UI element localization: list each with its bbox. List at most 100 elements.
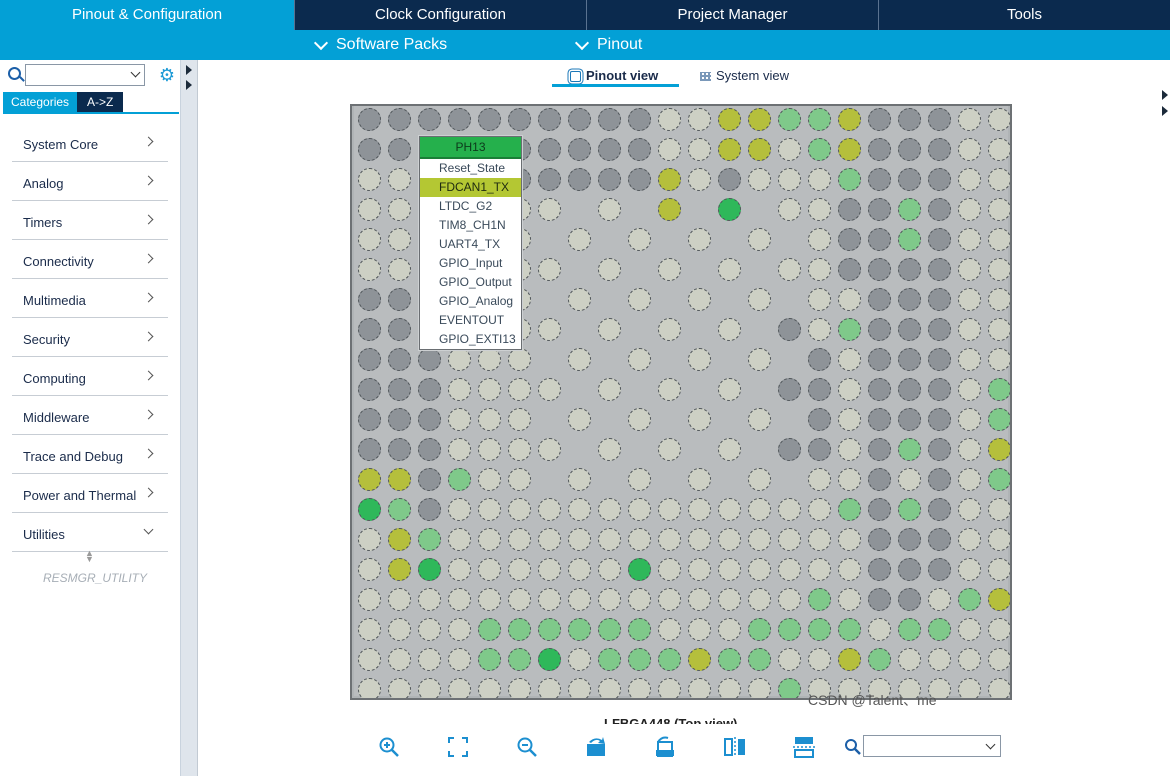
pin-ball[interactable] [688,408,711,431]
pin-ball[interactable] [358,498,381,521]
pin-ball[interactable] [808,558,831,581]
pin-ball[interactable] [778,318,801,341]
pin-ball[interactable] [958,408,981,431]
pin-ball[interactable] [358,588,381,611]
pin-ball[interactable] [568,558,591,581]
pin-ball[interactable] [808,348,831,371]
pin-ball[interactable] [838,588,861,611]
pin-ball[interactable] [538,558,561,581]
pin-ball[interactable] [718,678,741,698]
sidebar-item-connectivity[interactable]: Connectivity [12,241,168,279]
pin-ball[interactable] [808,408,831,431]
tab-tools[interactable]: Tools [879,0,1170,30]
pin-ball[interactable] [508,588,531,611]
pin-ball[interactable] [928,498,951,521]
pin-ball[interactable] [658,588,681,611]
pin-ball[interactable] [658,198,681,221]
pin-ball[interactable] [418,438,441,461]
pin-ball[interactable] [868,108,891,131]
pin-ball[interactable] [838,528,861,551]
pin-ball[interactable] [898,138,921,161]
pin-ball[interactable] [988,678,1010,698]
pin-ball[interactable] [688,618,711,641]
pin-ball[interactable] [358,618,381,641]
pin-ball[interactable] [658,558,681,581]
rotate-left-icon[interactable] [654,736,678,760]
pin-ball[interactable] [568,168,591,191]
pin-ball[interactable] [358,408,381,431]
pin-ball[interactable] [988,138,1010,161]
pin-ball[interactable] [658,378,681,401]
pin-ball[interactable] [988,318,1010,341]
pin-ball[interactable] [748,408,771,431]
pin-ball[interactable] [778,648,801,671]
pin-ball[interactable] [898,228,921,251]
gear-icon[interactable]: ⚙ [158,66,176,84]
zoom-out-icon[interactable] [516,736,540,760]
pin-ball[interactable] [358,378,381,401]
pin-ball[interactable] [808,498,831,521]
pin-ball[interactable] [418,648,441,671]
pin-ball[interactable] [868,438,891,461]
pin-ball[interactable] [628,558,651,581]
pin-ball[interactable] [448,378,471,401]
pin-ball[interactable] [598,198,621,221]
pin-ball[interactable] [778,108,801,131]
pin-ball[interactable] [628,108,651,131]
pin-ball[interactable] [388,108,411,131]
pin-ball[interactable] [808,648,831,671]
sidebar-item-trace-and-debug[interactable]: Trace and Debug [12,436,168,474]
pin-ball[interactable] [928,588,951,611]
pin-ball[interactable] [868,318,891,341]
pin-ball[interactable] [748,528,771,551]
pin-option-tim8-ch1n[interactable]: TIM8_CH1N [420,216,521,235]
pin-ball[interactable] [418,378,441,401]
pin-ball[interactable] [658,258,681,281]
pin-ball[interactable] [778,168,801,191]
pin-ball[interactable] [868,528,891,551]
pin-ball[interactable] [898,408,921,431]
collapse-arrow-icon[interactable] [186,65,192,75]
pin-ball[interactable] [598,588,621,611]
pin-ball[interactable] [808,438,831,461]
sort-icon[interactable]: ▲ ▼ [85,549,94,564]
sidebar-item-analog[interactable]: Analog [12,163,168,201]
pin-ball[interactable] [958,558,981,581]
pin-ball[interactable] [388,618,411,641]
pin-ball[interactable] [688,228,711,251]
pin-ball[interactable] [418,588,441,611]
pin-ball[interactable] [448,618,471,641]
pin-ball[interactable] [868,198,891,221]
pin-ball[interactable] [868,288,891,311]
pin-ball[interactable] [448,588,471,611]
pin-ball[interactable] [778,438,801,461]
pin-ball[interactable] [598,618,621,641]
pin-ball[interactable] [868,228,891,251]
pin-option-fdcan1-tx[interactable]: FDCAN1_TX [420,178,521,197]
pin-ball[interactable] [778,258,801,281]
pin-ball[interactable] [988,198,1010,221]
pin-ball[interactable] [928,438,951,461]
pin-ball[interactable] [898,618,921,641]
pin-ball[interactable] [598,498,621,521]
pin-ball[interactable] [448,348,471,371]
expand-arrow-icon[interactable] [1162,106,1168,116]
pin-ball[interactable] [808,378,831,401]
pin-ball[interactable] [478,108,501,131]
pin-ball[interactable] [478,348,501,371]
pin-ball[interactable] [478,408,501,431]
pin-ball[interactable] [358,258,381,281]
pin-ball[interactable] [508,558,531,581]
pin-ball[interactable] [958,258,981,281]
pin-ball[interactable] [358,228,381,251]
pin-ball[interactable] [448,408,471,431]
pin-ball[interactable] [388,408,411,431]
pin-ball[interactable] [358,648,381,671]
pin-ball[interactable] [718,588,741,611]
pin-ball[interactable] [988,288,1010,311]
pin-ball[interactable] [778,498,801,521]
tab-system-view[interactable]: System view [700,66,789,86]
pin-ball[interactable] [958,678,981,698]
pin-ball[interactable] [958,468,981,491]
pin-option-ltdc-g2[interactable]: LTDC_G2 [420,197,521,216]
